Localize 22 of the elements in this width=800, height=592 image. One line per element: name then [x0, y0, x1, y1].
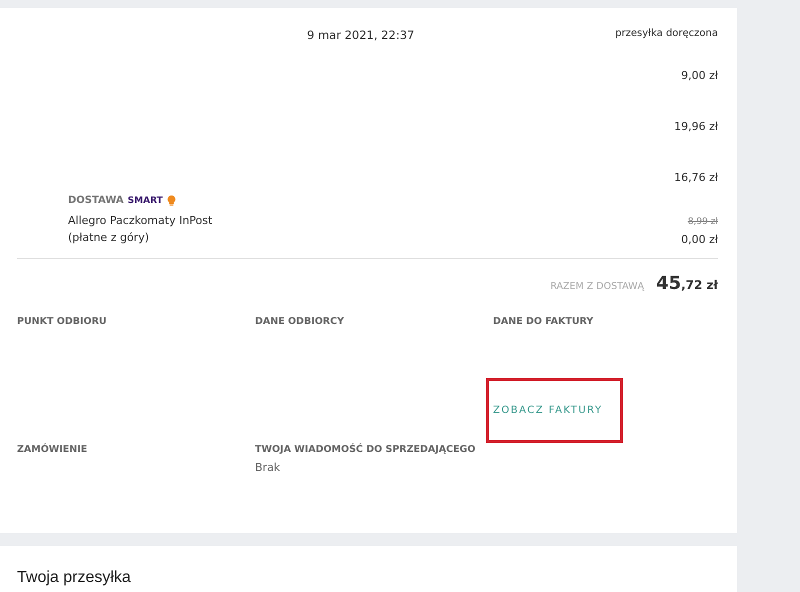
bulb-icon	[166, 195, 176, 206]
delivery-label: DOSTAWA	[68, 195, 124, 206]
total-label: RAZEM Z DOSTAWĄ	[550, 281, 644, 292]
delivery-method: Allegro Paczkomaty InPost	[68, 213, 212, 229]
old-price: 8,99 zł	[688, 217, 718, 227]
section-heading: PUNKT ODBIORU	[17, 316, 108, 327]
invoice-link[interactable]: ZOBACZ FAKTURY	[493, 405, 603, 416]
order-status: przesyłka doręczona	[615, 28, 718, 41]
item-price: 19,96 zł	[674, 120, 718, 135]
item-price: 9,00 zł	[681, 69, 718, 84]
section-heading: ZAMÓWIENIE	[17, 444, 88, 455]
section-value: Brak	[255, 461, 282, 474]
order-date: 9 mar 2021, 22:37	[307, 28, 414, 42]
delivery-price: 0,00 zł	[681, 233, 718, 246]
section-heading: DANE ODBIORCY	[255, 316, 345, 327]
section-heading: TWOJA WIADOMOŚĆ DO SPRZEDAJĄCEGO	[255, 444, 476, 455]
payment-note: (płatne z góry)	[68, 230, 150, 246]
total-amount: 45,72 zł	[656, 273, 718, 294]
item-price: 16,76 zł	[674, 171, 718, 186]
shipment-title: Twoja przesyłka	[17, 569, 131, 586]
smart-logo-text: SMART	[128, 196, 163, 206]
section-heading: DANE DO FAKTURY	[493, 316, 594, 327]
